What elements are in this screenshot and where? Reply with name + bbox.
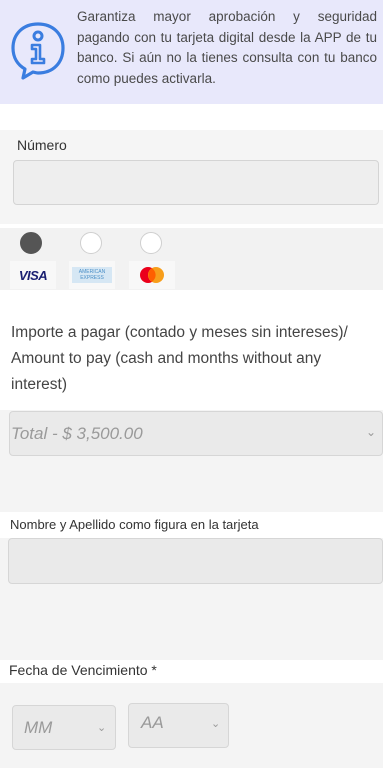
visa-radio[interactable] bbox=[20, 232, 42, 254]
visa-logo: VISA bbox=[10, 261, 56, 289]
cardholder-label: Nombre y Apellido como figura en la tarj… bbox=[10, 517, 259, 532]
card-type-section bbox=[0, 228, 383, 290]
chevron-down-icon: ⌄ bbox=[366, 425, 377, 439]
expiry-month-select[interactable]: MM ⌄ bbox=[12, 705, 116, 750]
expiry-year-placeholder: AA bbox=[141, 713, 164, 732]
amex-logo: AMERICAN EXPRESS bbox=[69, 261, 115, 289]
expiry-label: Fecha de Vencimiento * bbox=[9, 662, 157, 678]
amex-radio[interactable] bbox=[80, 232, 102, 254]
cardholder-input[interactable] bbox=[8, 538, 383, 584]
expiry-month-placeholder: MM bbox=[24, 718, 53, 737]
info-message: Garantiza mayor aprobación y seguridad p… bbox=[77, 9, 377, 86]
card-number-input[interactable] bbox=[13, 160, 379, 205]
info-icon bbox=[6, 18, 70, 82]
expiry-year-select[interactable]: AA ⌄ bbox=[128, 703, 229, 748]
mastercard-logo bbox=[129, 261, 175, 289]
mastercard-radio[interactable] bbox=[140, 232, 162, 254]
chevron-down-icon: ⌄ bbox=[211, 718, 221, 730]
chevron-down-icon: ⌄ bbox=[97, 722, 107, 734]
card-number-label: Número bbox=[17, 137, 67, 153]
amount-label: Importe a pagar (contado y meses sin int… bbox=[11, 324, 348, 393]
amount-selected-value: Total - $ 3,500.00 bbox=[11, 424, 143, 443]
